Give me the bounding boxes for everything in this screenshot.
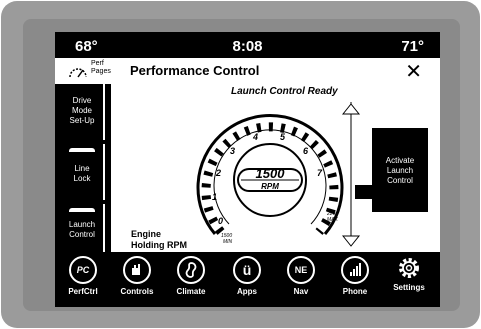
engine-holding-rpm-label: Engine Holding RPM xyxy=(131,229,187,251)
nav-icon: NE xyxy=(287,256,315,284)
activate-line-1: Activate xyxy=(385,156,415,165)
dock-nav[interactable]: NE Nav xyxy=(275,256,327,296)
apps-icon: ü xyxy=(233,256,261,284)
dock-phone[interactable]: Phone xyxy=(329,256,381,296)
climate-icon xyxy=(177,256,205,284)
activate-line-2: Launch xyxy=(386,166,414,175)
tick-7: 7 xyxy=(317,168,323,178)
touchscreen: 68° 8:08 71° Perf Pages Performance Cont… xyxy=(55,32,440,307)
tab-notch xyxy=(69,148,95,152)
dock-label: Nav xyxy=(293,287,309,296)
controls-icon xyxy=(123,256,151,284)
title-bar: Perf Pages Performance Control ✕ xyxy=(55,58,440,84)
activate-launch-control-button[interactable]: Activate Launch Control xyxy=(372,128,428,212)
perf-pages-label[interactable]: Perf Pages xyxy=(91,60,111,76)
pages-label: Pages xyxy=(91,68,111,75)
tick-2: 2 xyxy=(215,168,221,178)
rpm-unit: RPM xyxy=(261,182,279,191)
line-lock-button[interactable]: Line Lock xyxy=(61,144,105,200)
activate-line-3: Control xyxy=(387,176,413,185)
dock-label: Apps xyxy=(237,287,257,296)
bottom-dock: PC PerfCtrl Controls Climate ü Apps NE N… xyxy=(55,252,440,307)
dock-label: Settings xyxy=(393,283,425,292)
rpm-up-icon[interactable] xyxy=(341,103,361,115)
tick-0: 0 xyxy=(218,216,223,226)
tick-4: 4 xyxy=(252,132,258,142)
engine-label-line-1: Engine xyxy=(131,229,162,239)
dock-label: Climate xyxy=(176,287,206,296)
tick-6: 6 xyxy=(303,146,309,156)
close-icon[interactable]: ✕ xyxy=(405,59,422,84)
launch-control-button[interactable]: Launch Control xyxy=(61,204,105,252)
perf-control-icon: PC xyxy=(69,256,97,284)
dock-label: Phone xyxy=(342,287,368,296)
dock-perfctrl[interactable]: PC PerfCtrl xyxy=(57,256,109,296)
speedometer-icon[interactable] xyxy=(67,61,89,81)
clock: 8:08 xyxy=(232,38,263,55)
perf-label: Perf xyxy=(91,60,104,67)
dock-climate[interactable]: Climate xyxy=(165,256,217,296)
dock-apps[interactable]: ü Apps xyxy=(221,256,273,296)
dock-settings[interactable]: Settings xyxy=(383,256,435,292)
main-panel: Launch Control Ready 1500 RPM 0 1 2 3 4 … xyxy=(111,84,440,252)
rpm-gauge: 1500 RPM 0 1 2 3 4 5 6 7 1500 MIN 220 MA… xyxy=(196,102,361,247)
tick-5: 5 xyxy=(280,132,286,142)
status-bar: 68° 8:08 71° xyxy=(55,32,440,58)
min-label: MIN xyxy=(223,239,233,245)
settings-icon xyxy=(397,256,421,280)
passenger-temperature[interactable]: 71° xyxy=(401,38,424,55)
page-title: Performance Control xyxy=(130,63,260,78)
drive-mode-setup-button[interactable]: Drive Mode Set-Up xyxy=(61,84,105,140)
tick-1: 1 xyxy=(212,192,217,202)
sidebar: Drive Mode Set-Up Line Lock Launch Contr… xyxy=(55,84,105,252)
tab-notch xyxy=(69,208,95,212)
dock-label: Controls xyxy=(120,287,154,296)
tick-3: 3 xyxy=(230,146,235,156)
dock-controls[interactable]: Controls xyxy=(111,256,163,296)
max-label: MAX xyxy=(327,217,339,223)
dock-label: PerfCtrl xyxy=(68,287,98,296)
rpm-down-icon[interactable] xyxy=(341,235,361,247)
rpm-value: 1500 xyxy=(256,166,286,181)
phone-icon xyxy=(341,256,369,284)
engine-label-line-2: Holding RPM xyxy=(131,240,187,250)
